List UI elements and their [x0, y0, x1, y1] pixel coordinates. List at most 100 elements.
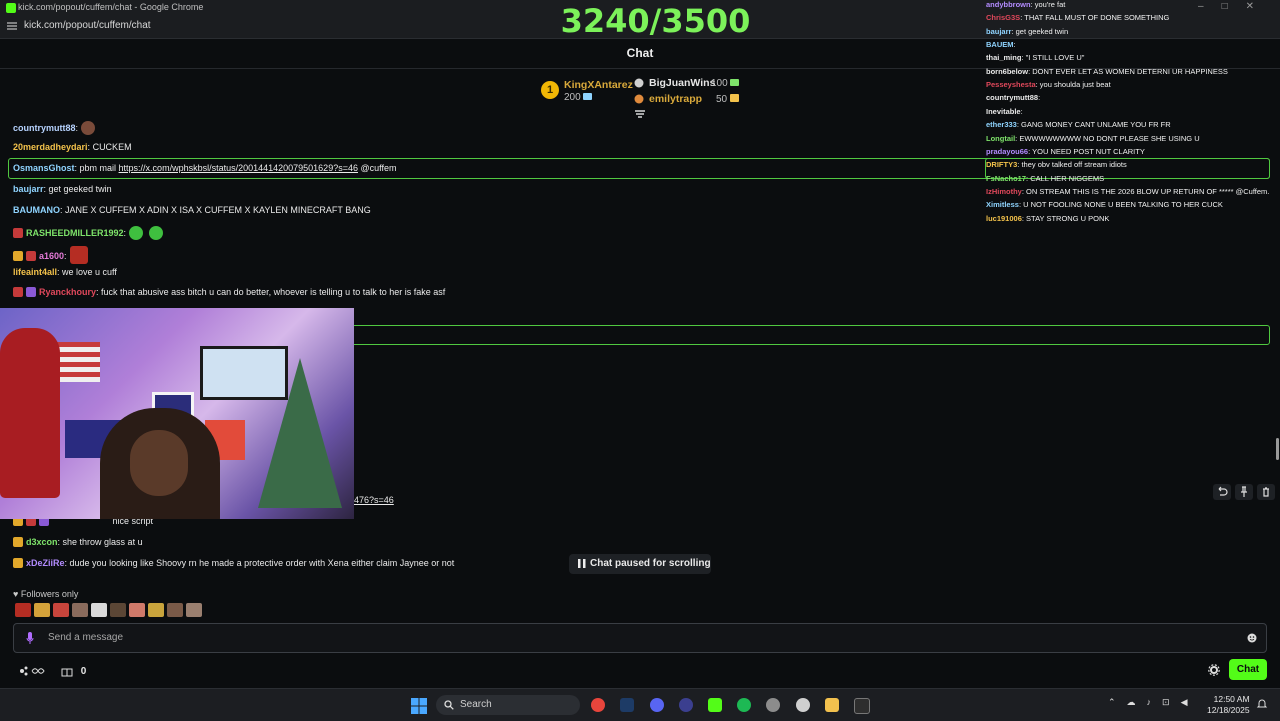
microphone-icon[interactable] — [26, 632, 34, 644]
chat-message[interactable]: xDeZiiRe: dude you looking like Shoovy r… — [13, 558, 454, 568]
settings-app-icon[interactable] — [766, 698, 780, 712]
overlay-chat-username: born6below — [986, 67, 1029, 76]
system-tray[interactable]: ⌃☁♪⊡◀ — [1108, 697, 1199, 708]
emote-icon[interactable] — [15, 603, 31, 617]
rank-1-badge: 1 — [541, 81, 559, 99]
points-icon[interactable] — [18, 665, 46, 677]
notification-bell-icon[interactable] — [1256, 698, 1268, 710]
gifter-badge-icon — [13, 558, 23, 568]
leaderboard-name-2[interactable]: BigJuanWins — [649, 77, 715, 89]
collapse-leaderboard-icon[interactable] — [634, 110, 646, 120]
chat-message[interactable]: a1600: — [13, 246, 91, 264]
search-icon — [444, 700, 454, 710]
red-face-emote-icon — [69, 246, 88, 264]
emote-icon[interactable] — [186, 603, 202, 617]
chat-link[interactable]: https://x.com/wphskbsl/status/2001441420… — [119, 163, 358, 173]
overlay-chat-text: DONT EVER LET AS WOMEN DETERNI UR HAPPIN… — [1032, 67, 1228, 76]
chat-username[interactable]: RASHEEDMILLER1992 — [26, 228, 124, 238]
chat-mention: @cuffem — [357, 163, 397, 173]
chat-message[interactable]: d3xcon: she throw glass at u — [13, 537, 143, 547]
chat-message[interactable]: Ryanckhoury: fuck that abusive ass bitch… — [13, 287, 445, 297]
chat-message-partial[interactable]: 476?s=46 — [354, 495, 394, 505]
emote-icon[interactable] — [34, 603, 50, 617]
settings-gear-icon[interactable] — [1208, 664, 1220, 676]
chat-message[interactable]: lifeaint4all: we love u cuff — [13, 267, 117, 277]
overlay-chat-message: andybbrown: you're fat — [986, 0, 1065, 9]
url-text[interactable]: kick.com/popout/cuffem/chat — [24, 20, 151, 31]
scrollbar-thumb[interactable] — [1276, 438, 1279, 460]
emote-icon[interactable] — [167, 603, 183, 617]
chat-message[interactable]: 20merdadheydari: CUCKEM — [13, 142, 132, 152]
chat-message[interactable]: countrymutt88: — [13, 121, 98, 135]
chat-text: dude you looking like Shoovy rn he made … — [67, 558, 455, 568]
chat-username[interactable]: BAUMANO — [13, 205, 60, 215]
chat-username[interactable]: d3xcon — [26, 537, 58, 547]
undo-button[interactable] — [1213, 484, 1231, 500]
chat-username[interactable]: baujarr — [13, 184, 44, 194]
site-settings-icon[interactable] — [6, 20, 18, 32]
app-icon[interactable] — [679, 698, 693, 712]
leaderboard-name-3[interactable]: emilytrapp — [649, 93, 702, 105]
discord-icon[interactable] — [650, 698, 664, 712]
chat-text: get geeked twin — [46, 184, 112, 194]
windows-start-icon[interactable] — [411, 698, 427, 714]
pin-icon — [1241, 486, 1247, 497]
chat-username[interactable]: lifeaint4all — [13, 267, 57, 277]
chat-message[interactable]: BAUMANO: JANE X CUFFEM X ADIN X ISA X CU… — [13, 205, 371, 215]
file-explorer-icon[interactable] — [825, 698, 839, 712]
subscriber-badge-icon — [26, 251, 36, 261]
pin-button[interactable] — [1235, 484, 1253, 500]
overlay-chat-message: BAUEM: — [986, 40, 1016, 49]
chat-message[interactable]: baujarr: get geeked twin — [13, 184, 112, 194]
chat-separator: : — [123, 228, 127, 238]
steam-icon[interactable] — [620, 698, 634, 712]
streamer-face — [130, 430, 188, 496]
overlay-chat-message: luc191006: STAY STRONG U PONK — [986, 214, 1109, 223]
leaderboard-name-1[interactable]: KingXAntarez — [564, 79, 633, 91]
bear-emote-icon — [81, 121, 96, 135]
chrome-icon[interactable] — [591, 698, 605, 712]
taskbar-clock[interactable]: 12:50 AM 12/18/2025 — [1207, 694, 1250, 716]
overlay-chat-separator: : — [1038, 93, 1041, 102]
spotify-icon[interactable] — [737, 698, 751, 712]
emote-icon[interactable] — [53, 603, 69, 617]
chat-message[interactable]: OsmansGhost: pbm mail https://x.com/wphs… — [13, 163, 396, 173]
message-input[interactable]: Send a message — [13, 623, 1267, 653]
chat-username[interactable]: 20merdadheydari — [13, 142, 88, 152]
overlay-chat-text: ON STREAM THIS IS THE 2026 BLOW UP RETUR… — [1026, 187, 1270, 196]
chat-link[interactable]: 476?s=46 — [354, 495, 394, 505]
search-placeholder: Search — [460, 699, 492, 710]
emote-icon[interactable] — [91, 603, 107, 617]
leaderboard-count-1: 200 — [564, 92, 593, 103]
trash-icon — [1263, 487, 1269, 497]
emote-icon[interactable] — [148, 603, 164, 617]
emote-icon[interactable] — [72, 603, 88, 617]
send-chat-button[interactable]: Chat — [1229, 659, 1267, 680]
leaderboard-count-3-value: 50 — [716, 94, 728, 105]
chat-paused-banner[interactable]: Chat paused for scrolling — [569, 554, 711, 574]
overlay-chat-message: pradayou66: YOU NEED POST NUT CLARITY — [986, 147, 1145, 156]
chat-username[interactable]: Ryanckhoury — [39, 287, 96, 297]
delete-button[interactable] — [1257, 484, 1275, 500]
chat-username[interactable]: xDeZiiRe — [26, 558, 65, 568]
pause-icon — [578, 559, 586, 568]
obs-icon[interactable] — [796, 698, 810, 712]
emote-icon[interactable] — [110, 603, 126, 617]
gift-icon[interactable] — [61, 665, 73, 677]
rank-3-badge-icon — [634, 94, 644, 104]
kick-favicon-icon — [6, 3, 16, 13]
emote-icon[interactable] — [129, 603, 145, 617]
chat-username[interactable]: countrymutt88 — [13, 123, 76, 133]
emote-quick-bar[interactable] — [15, 603, 205, 620]
gifter-badge-icon — [13, 251, 23, 261]
chat-username[interactable]: OsmansGhost — [13, 163, 75, 173]
leaderboard-count-3: 50 — [716, 94, 739, 105]
taskbar-search[interactable]: Search — [436, 695, 580, 715]
overlay-chat-username: Inevitable — [986, 107, 1021, 116]
chat-message[interactable]: RASHEEDMILLER1992: — [13, 226, 166, 240]
kick-app-icon[interactable] — [708, 698, 722, 712]
window-controls[interactable]: –□✕ — [1198, 1, 1272, 12]
terminal-icon[interactable] — [854, 698, 870, 714]
chat-username[interactable]: a1600 — [39, 251, 64, 261]
emoji-picker-icon[interactable] — [1247, 633, 1257, 643]
